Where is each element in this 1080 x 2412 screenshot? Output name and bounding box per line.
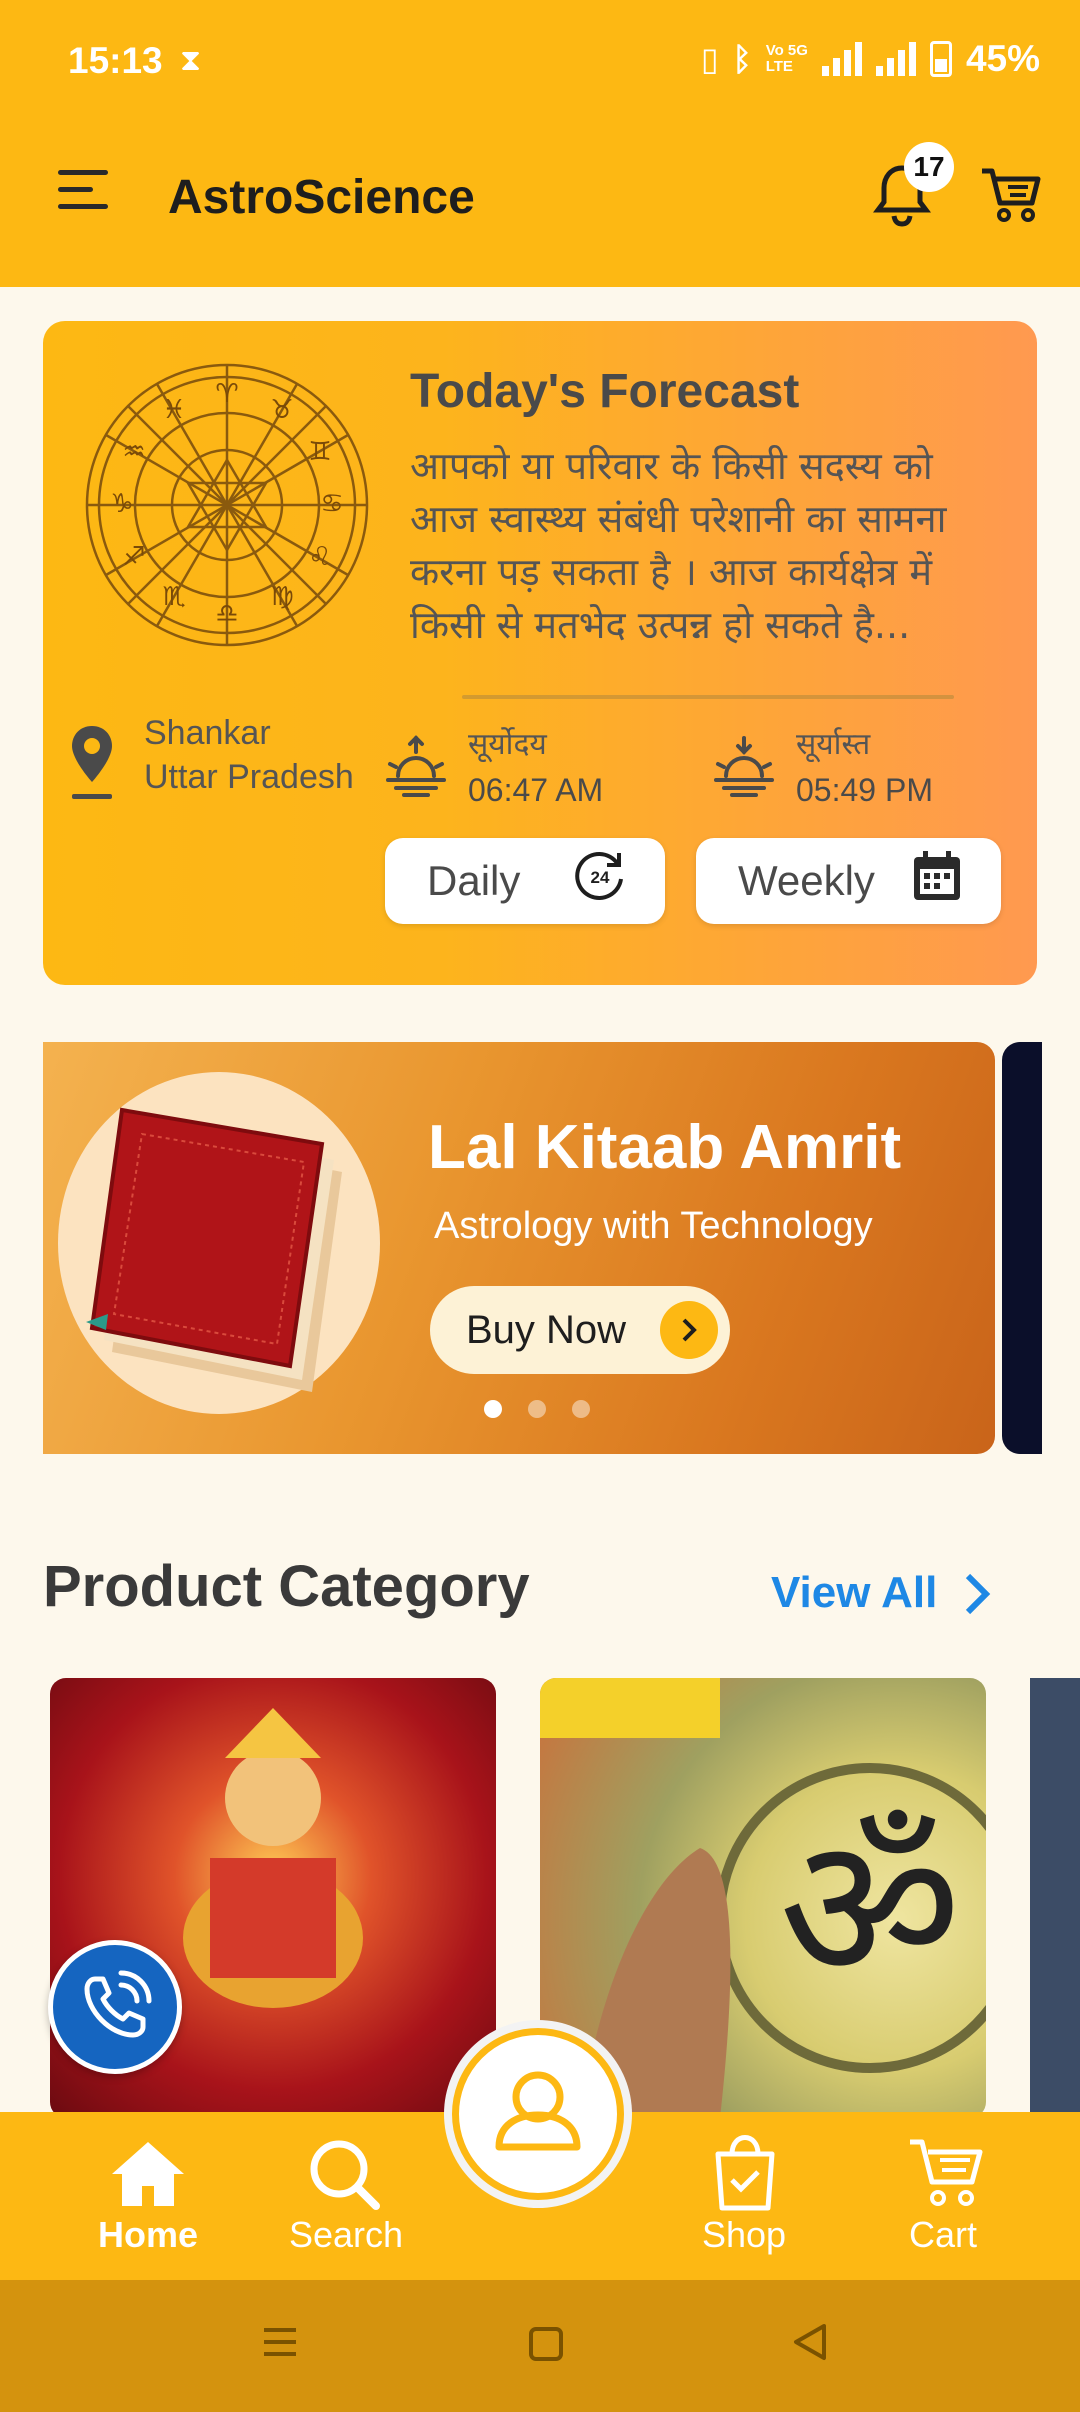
location-pin-icon	[64, 722, 120, 806]
battery-icon	[929, 41, 952, 77]
cart-icon[interactable]	[906, 2136, 984, 2210]
location-state: Uttar Pradesh	[144, 758, 354, 796]
section-title: Product Category	[43, 1554, 530, 1619]
svg-text:♊: ♊	[308, 437, 331, 467]
nav-shop-label[interactable]: Shop	[654, 2214, 834, 2256]
shopping-bag-icon[interactable]	[712, 2132, 778, 2212]
sunrise-icon	[384, 734, 448, 798]
svg-text:♌: ♌	[308, 542, 331, 572]
book-icon	[72, 1082, 362, 1402]
banner-subtitle: Astrology with Technology	[434, 1205, 873, 1247]
svg-text:24: 24	[591, 868, 610, 887]
svg-text:♎: ♎	[215, 599, 238, 629]
recents-icon[interactable]	[262, 2324, 298, 2360]
svg-text:♒: ♒	[122, 437, 145, 467]
divider	[462, 695, 954, 699]
home-square-icon[interactable]	[528, 2326, 564, 2362]
banner-title: Lal Kitaab Amrit	[428, 1113, 902, 1182]
home-icon[interactable]	[108, 2138, 188, 2210]
sunset-icon	[712, 734, 776, 798]
sunset-time: 05:49 PM	[796, 772, 933, 808]
calendar-icon	[911, 849, 963, 913]
svg-text:♏: ♏	[162, 582, 185, 612]
search-icon[interactable]	[306, 2136, 382, 2212]
zodiac-wheel-icon: ♈ ♉ ♊ ♋ ♌ ♍ ♎ ♏ ♐ ♑ ♒ ♓	[82, 360, 372, 650]
chevron-right-icon	[660, 1301, 718, 1359]
chevron-right-icon[interactable]	[962, 1570, 992, 1618]
battery-percent: 45%	[965, 38, 1040, 79]
view-all-link[interactable]: View All	[771, 1568, 937, 1618]
weekly-button[interactable]: Weekly	[696, 838, 1001, 924]
svg-text:♐: ♐	[122, 542, 145, 572]
signal-icon	[875, 42, 916, 76]
hourglass-icon: ⧗	[180, 44, 202, 77]
call-button[interactable]	[48, 1940, 182, 2074]
location-city: Shankar	[144, 714, 271, 752]
network-type: Vo 5G LTE	[765, 42, 808, 75]
svg-text:♑: ♑	[110, 489, 133, 519]
menu-icon[interactable]	[58, 170, 108, 214]
profile-button[interactable]	[452, 2028, 624, 2200]
sunrise-label: सूर्योदय	[468, 727, 547, 762]
svg-text:ॐ: ॐ	[779, 1793, 961, 2026]
next-banner-peek[interactable]	[1002, 1042, 1042, 1454]
weekly-label: Weekly	[738, 857, 875, 904]
clock-24-icon: 24	[573, 849, 627, 913]
daily-button[interactable]: Daily 24	[385, 838, 665, 924]
svg-text:♋: ♋	[320, 489, 343, 519]
vibrate-icon: ▯	[700, 41, 719, 77]
status-time: 15:13	[68, 40, 163, 81]
carousel-dot[interactable]	[484, 1400, 502, 1418]
notification-badge: 17	[904, 142, 954, 192]
cart-icon[interactable]	[978, 165, 1042, 225]
svg-text:♓: ♓	[162, 395, 185, 425]
nav-cart-label[interactable]: Cart	[853, 2214, 1033, 2256]
back-icon[interactable]	[792, 2322, 828, 2362]
forecast-title: Today's Forecast	[410, 365, 800, 418]
bluetooth-icon: ᛒ	[732, 40, 752, 77]
carousel-dot[interactable]	[572, 1400, 590, 1418]
forecast-text: आपको या परिवार के किसी सदस्य को आज स्वास…	[410, 444, 947, 647]
svg-text:♍: ♍	[270, 582, 293, 612]
sunset-label: सूर्यास्त	[796, 727, 871, 762]
daily-label: Daily	[427, 857, 521, 904]
buy-now-label: Buy Now	[466, 1307, 627, 1352]
product-card-peek[interactable]	[1030, 1678, 1080, 2118]
carousel-dot[interactable]	[528, 1400, 546, 1418]
svg-text:♈: ♈	[215, 379, 238, 409]
nav-home-label[interactable]: Home	[58, 2214, 238, 2256]
carousel-dots	[484, 1400, 590, 1418]
svg-text:♉: ♉	[270, 395, 293, 425]
app-title: AstroScience	[168, 171, 475, 224]
signal-icon	[821, 42, 862, 76]
status-icons: ▯ ᛒ Vo 5G LTE 45%	[701, 38, 1040, 80]
nav-search-label[interactable]: Search	[256, 2214, 436, 2256]
sunrise-time: 06:47 AM	[468, 772, 604, 808]
buy-now-button[interactable]: Buy Now	[430, 1286, 730, 1374]
